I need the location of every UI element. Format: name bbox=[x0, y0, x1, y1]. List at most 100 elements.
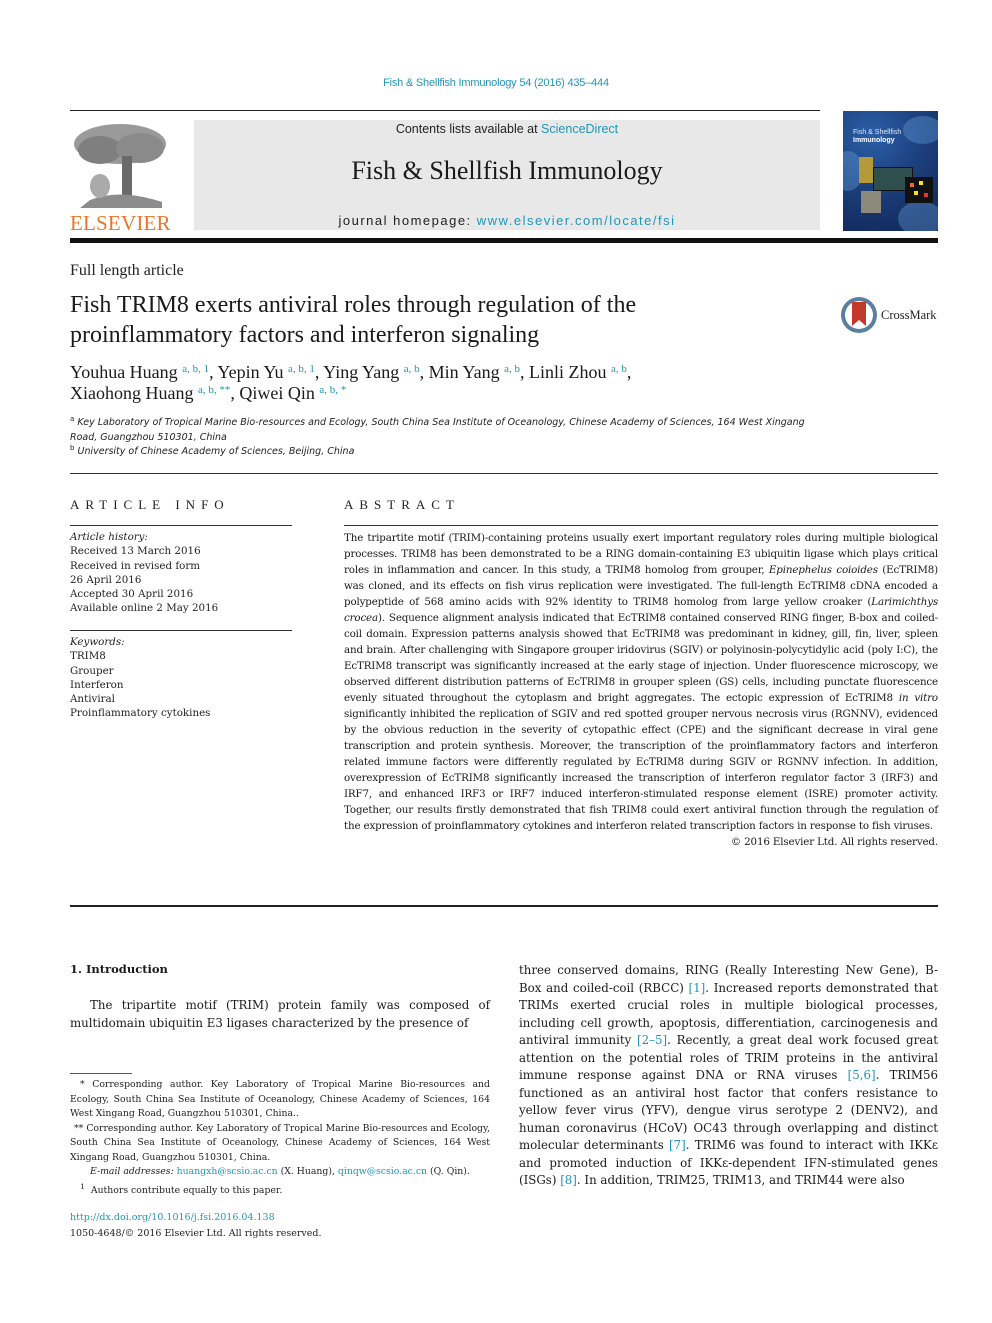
journal-cover-image[interactable]: Fish & Shellfish Immunology bbox=[843, 111, 938, 231]
keywords: Keywords: TRIM8 Grouper Interferon Antivira… bbox=[70, 635, 300, 721]
footnote-corresponding-2: ** Corresponding author. Key Laboratory … bbox=[70, 1122, 490, 1163]
introduction-paragraph-continued: three conserved domains, RING (Really In… bbox=[519, 962, 938, 1190]
email-link-huang[interactable]: huangxh@scsio.ac.cn bbox=[177, 1166, 278, 1177]
keyword-list: TRIM8 Grouper Interferon Antiviral Proinflam… bbox=[70, 649, 300, 720]
history-item: Accepted 30 April 2016 bbox=[70, 588, 194, 601]
footnote-equal-contribution: 1 Authors contribute equally to this pap… bbox=[70, 1180, 490, 1199]
author-name[interactable]: Min Yang bbox=[429, 362, 500, 382]
author-name[interactable]: Youhua Huang bbox=[70, 362, 178, 382]
history-item: Received 13 March 2016 bbox=[70, 545, 201, 558]
keyword-item: TRIM8 bbox=[70, 650, 106, 663]
keyword-item: Proinflammatory cytokines bbox=[70, 707, 211, 720]
contents-prefix: Contents lists available at bbox=[395, 122, 542, 136]
crossmark-button[interactable]: CrossMark bbox=[840, 296, 940, 334]
abstract-text: significantly inhibited the replication … bbox=[344, 708, 938, 832]
article-type: Full length article bbox=[70, 262, 184, 279]
elsevier-logo[interactable]: ELSEVIER bbox=[70, 120, 172, 235]
author-list: Youhua Huang a, b, 1, Yepin Yu a, b, 1, … bbox=[70, 362, 930, 404]
doi-block: http://dx.doi.org/10.1016/j.fsi.2016.04.… bbox=[70, 1210, 322, 1242]
author-separator: , bbox=[419, 362, 429, 382]
homepage-prefix: journal homepage: bbox=[338, 213, 477, 228]
footnote-mark: 1 bbox=[80, 1181, 85, 1191]
cover-decoration bbox=[898, 201, 938, 231]
abstract-copyright: © 2016 Elsevier Ltd. All rights reserved… bbox=[730, 836, 938, 848]
author-separator: , bbox=[520, 362, 530, 382]
header-thick-rule bbox=[70, 238, 938, 243]
crossmark-icon bbox=[841, 297, 877, 333]
running-head-citation[interactable]: Fish & Shellfish Immunology 54 (2016) 43… bbox=[0, 77, 992, 89]
author-name[interactable]: Linli Zhou bbox=[529, 362, 607, 382]
author-name[interactable]: Qiwei Qin bbox=[239, 383, 315, 403]
affiliation-text: Key Laboratory of Tropical Marine Bio-re… bbox=[70, 417, 805, 443]
article-info-heading: ARTICLE INFO bbox=[70, 497, 230, 512]
elsevier-wordmark: ELSEVIER bbox=[70, 211, 171, 235]
author-affiliation-marks[interactable]: a, b bbox=[504, 363, 520, 375]
article-history: Article history: Received 13 March 2016 R… bbox=[70, 530, 300, 616]
author-name[interactable]: Xiaohong Huang bbox=[70, 383, 193, 403]
author-affiliation-marks[interactable]: a, b, ** bbox=[198, 384, 230, 396]
elsevier-tree-icon bbox=[70, 120, 170, 210]
abstract-heading: ABSTRACT bbox=[344, 497, 460, 512]
keyword-item: Interferon bbox=[70, 678, 124, 691]
history-label: Article history: bbox=[70, 531, 148, 543]
divider bbox=[344, 525, 938, 526]
keyword-item: Grouper bbox=[70, 664, 114, 677]
doi-link[interactable]: http://dx.doi.org/10.1016/j.fsi.2016.04.… bbox=[70, 1210, 322, 1226]
history-item: Received in revised form bbox=[70, 559, 201, 572]
journal-title: Fish & Shellfish Immunology bbox=[351, 156, 663, 185]
contents-available: Contents lists available at ScienceDirec… bbox=[194, 122, 820, 136]
cover-panel bbox=[859, 157, 873, 183]
citation-link[interactable]: [2–5] bbox=[637, 1033, 667, 1047]
introduction-heading: 1. Introduction bbox=[70, 962, 168, 976]
divider bbox=[70, 525, 292, 526]
body-text: . In addition, TRIM25, TRIM13, and TRIM4… bbox=[576, 1173, 905, 1187]
citation-link[interactable]: [1] bbox=[689, 981, 706, 995]
email-owner: (Q. Qin). bbox=[427, 1166, 470, 1177]
author-name[interactable]: Yepin Yu bbox=[217, 362, 283, 382]
divider bbox=[70, 630, 292, 631]
abstract-body: The tripartite motif (TRIM)-containing p… bbox=[344, 530, 938, 850]
email-link-qin[interactable]: qinqw@scsio.ac.cn bbox=[338, 1166, 427, 1177]
footnotes: * Corresponding author. Key Laboratory o… bbox=[70, 1078, 490, 1198]
cover-title-line2: Immunology bbox=[853, 137, 895, 144]
footnote-emails: E-mail addresses: huangxh@scsio.ac.cn (X… bbox=[70, 1165, 490, 1180]
abstract-text: ). Sequence alignment analysis indicated… bbox=[344, 612, 938, 704]
author-affiliation-marks[interactable]: a, b bbox=[404, 363, 420, 375]
journal-masthead: Contents lists available at ScienceDirec… bbox=[194, 120, 820, 230]
citation-link[interactable]: [5,6] bbox=[848, 1068, 876, 1082]
cover-panel bbox=[861, 191, 881, 213]
crossmark-label: CrossMark bbox=[881, 307, 937, 322]
keyword-item: Antiviral bbox=[70, 693, 115, 706]
citation-link[interactable]: [8] bbox=[560, 1173, 577, 1187]
footnote-rule bbox=[70, 1073, 132, 1074]
species-name: Epinephelus coioides bbox=[768, 564, 878, 576]
affiliation-text: University of Chinese Academy of Science… bbox=[77, 446, 355, 457]
affiliation-b: b University of Chinese Academy of Scien… bbox=[70, 445, 830, 460]
homepage-link[interactable]: www.elsevier.com/locate/fsi bbox=[477, 213, 676, 228]
issn-rights: 1050-4648/© 2016 Elsevier Ltd. All right… bbox=[70, 1228, 322, 1239]
author-affiliation-marks[interactable]: a, b, * bbox=[319, 384, 346, 396]
affiliations: a Key Laboratory of Tropical Marine Bio-… bbox=[70, 416, 830, 460]
footnote-corresponding-1: * Corresponding author. Key Laboratory o… bbox=[70, 1079, 490, 1119]
history-list: Received 13 March 2016 Received in revise… bbox=[70, 544, 300, 615]
author-affiliation-marks[interactable]: a, b, 1 bbox=[288, 363, 315, 375]
journal-homepage: journal homepage: www.elsevier.com/locat… bbox=[194, 213, 820, 228]
author-name[interactable]: Ying Yang bbox=[323, 362, 399, 382]
history-item: 26 April 2016 bbox=[70, 573, 142, 586]
author-separator: , bbox=[626, 362, 632, 382]
article-title: Fish TRIM8 exerts antiviral roles throug… bbox=[70, 292, 637, 348]
cover-decoration bbox=[903, 116, 938, 144]
author-affiliation-marks[interactable]: a, b bbox=[611, 363, 627, 375]
affiliation-mark: a bbox=[70, 415, 75, 423]
cover-panel bbox=[905, 177, 933, 203]
divider bbox=[70, 905, 938, 907]
affiliation-a: a Key Laboratory of Tropical Marine Bio-… bbox=[70, 416, 830, 445]
author-separator: , bbox=[314, 362, 324, 382]
history-item: Available online 2 May 2016 bbox=[70, 602, 219, 615]
author-affiliation-marks[interactable]: a, b, 1 bbox=[182, 363, 209, 375]
divider bbox=[70, 473, 938, 474]
sciencedirect-link[interactable]: ScienceDirect bbox=[541, 122, 618, 136]
affiliation-mark: b bbox=[70, 444, 75, 452]
in-vitro-term: in vitro bbox=[898, 692, 938, 704]
citation-link[interactable]: [7] bbox=[669, 1138, 686, 1152]
